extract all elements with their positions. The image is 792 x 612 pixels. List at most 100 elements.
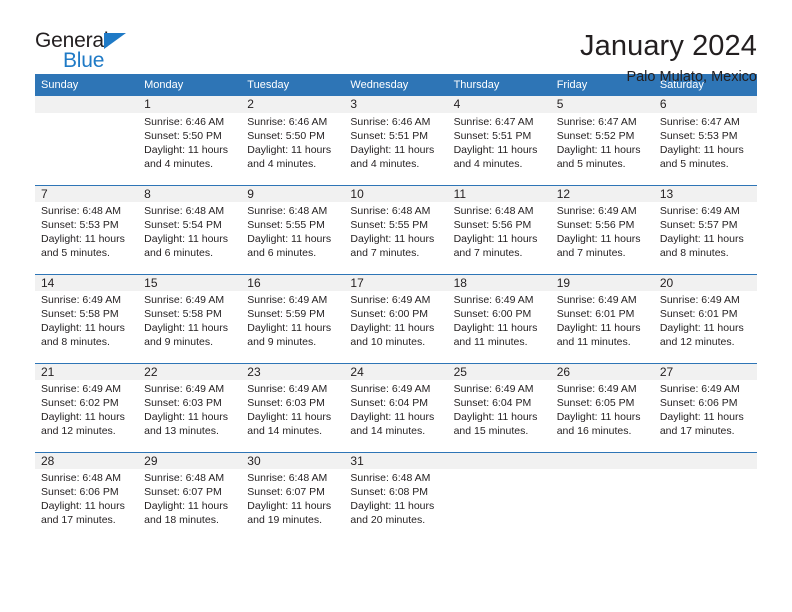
day-cell[interactable]: Sunrise: 6:48 AM Sunset: 6:06 PM Daylight:… — [35, 469, 139, 542]
day-info-line: Sunset: 5:53 PM — [659, 129, 738, 142]
day-number[interactable]: 25 — [447, 362, 551, 381]
day-cell[interactable]: Sunrise: 6:49 AM Sunset: 6:01 PM Daylight:… — [653, 291, 757, 364]
week-info-row: Sunrise: 6:49 AM Sunset: 6:02 PM Daylight:… — [35, 380, 757, 453]
day-cell[interactable]: Sunrise: 6:49 AM Sunset: 6:02 PM Daylight:… — [35, 380, 139, 453]
day-info-line: Sunset: 5:51 PM — [453, 129, 532, 142]
day-info-line: Sunrise: 6:49 AM — [350, 383, 431, 396]
day-info-line: Daylight: 11 hours — [41, 232, 125, 245]
logo-text-general: General — [35, 29, 109, 52]
day-number[interactable]: 7 — [35, 184, 139, 203]
day-info-line: and 9 minutes. — [247, 335, 317, 348]
day-number[interactable]: 23 — [241, 362, 345, 381]
day-info-line: and 13 minutes. — [144, 424, 219, 437]
day-info-line: Daylight: 11 hours — [453, 321, 538, 334]
day-number[interactable]: 20 — [653, 273, 757, 292]
day-number[interactable]: 24 — [344, 362, 448, 381]
day-number[interactable]: 14 — [35, 273, 139, 292]
day-info-line: Daylight: 11 hours — [247, 143, 332, 156]
day-info-line: Daylight: 11 hours — [350, 143, 435, 156]
day-info-line: Sunrise: 6:48 AM — [144, 205, 225, 218]
day-number[interactable]: 6 — [653, 96, 757, 113]
day-info-line: Sunrise: 6:48 AM — [41, 205, 121, 218]
weekday-header-tuesday: Tuesday — [241, 74, 345, 96]
day-cell[interactable]: Sunrise: 6:49 AM Sunset: 6:01 PM Daylight:… — [550, 291, 654, 364]
day-cell[interactable]: Sunrise: 6:46 AM Sunset: 5:50 PM Daylight:… — [138, 113, 242, 185]
day-number[interactable]: 9 — [241, 184, 345, 203]
day-number[interactable]: 17 — [344, 273, 448, 292]
day-info-line: and 6 minutes. — [247, 246, 317, 259]
day-number[interactable]: 13 — [653, 184, 757, 203]
day-cell[interactable]: Sunrise: 6:49 AM Sunset: 6:04 PM Daylight:… — [447, 380, 551, 453]
day-number[interactable]: 3 — [344, 96, 448, 113]
day-info-line: and 19 minutes. — [247, 513, 322, 526]
day-number[interactable]: 8 — [138, 184, 242, 203]
day-number[interactable]: 5 — [550, 96, 654, 113]
day-info-line: and 17 minutes. — [41, 513, 116, 526]
day-number[interactable]: 27 — [653, 362, 757, 381]
day-cell[interactable]: Sunrise: 6:49 AM Sunset: 6:03 PM Daylight:… — [241, 380, 345, 453]
day-info-line: Sunset: 6:03 PM — [247, 397, 325, 410]
day-cell[interactable]: Sunrise: 6:48 AM Sunset: 6:07 PM Daylight:… — [138, 469, 242, 542]
day-cell[interactable]: Sunrise: 6:48 AM Sunset: 6:07 PM Daylight:… — [241, 469, 345, 542]
day-cell[interactable]: Sunrise: 6:49 AM Sunset: 6:04 PM Daylight:… — [344, 380, 448, 453]
day-cell[interactable]: Sunrise: 6:49 AM Sunset: 5:58 PM Daylight:… — [138, 291, 242, 364]
day-cell[interactable]: Sunrise: 6:49 AM Sunset: 5:56 PM Daylight:… — [550, 202, 654, 275]
day-number[interactable]: 21 — [35, 362, 139, 381]
day-cell[interactable]: Sunrise: 6:47 AM Sunset: 5:51 PM Daylight:… — [447, 113, 551, 185]
day-number[interactable]: 16 — [241, 273, 345, 292]
day-cell[interactable]: Sunrise: 6:46 AM Sunset: 5:50 PM Daylight:… — [241, 113, 345, 185]
day-number[interactable]: 31 — [344, 451, 448, 470]
day-info-line: Sunrise: 6:49 AM — [144, 383, 225, 396]
day-number[interactable]: 19 — [550, 273, 654, 292]
day-cell[interactable]: Sunrise: 6:48 AM Sunset: 6:08 PM Daylight:… — [344, 469, 448, 542]
day-number[interactable]: 29 — [138, 451, 242, 470]
day-cell[interactable]: Sunrise: 6:49 AM Sunset: 6:06 PM Daylight:… — [653, 380, 757, 453]
day-info-line: Sunset: 6:00 PM — [453, 308, 532, 321]
weekday-header-wednesday: Wednesday — [344, 74, 448, 96]
day-info-line: Daylight: 11 hours — [453, 143, 538, 156]
day-cell[interactable]: Sunrise: 6:46 AM Sunset: 5:51 PM Daylight:… — [344, 113, 448, 185]
day-info-line: and 16 minutes. — [556, 424, 632, 437]
day-cell[interactable]: Sunrise: 6:48 AM Sunset: 5:55 PM Daylight:… — [344, 202, 448, 275]
day-info-line: and 7 minutes. — [350, 246, 420, 259]
day-info-line: Daylight: 11 hours — [556, 411, 641, 423]
day-cell[interactable]: Sunrise: 6:49 AM Sunset: 6:05 PM Daylight:… — [550, 380, 654, 453]
day-info-line: and 20 minutes. — [350, 513, 426, 526]
day-cell[interactable]: Sunrise: 6:49 AM Sunset: 5:58 PM Daylight:… — [35, 291, 139, 364]
day-cell[interactable]: Sunrise: 6:48 AM Sunset: 5:53 PM Daylight:… — [35, 202, 139, 275]
day-info-line: and 4 minutes. — [453, 157, 523, 170]
day-number[interactable]: 10 — [344, 184, 448, 203]
day-info-line: Daylight: 11 hours — [247, 411, 332, 423]
generalblue-logo[interactable]: General Blue — [35, 30, 155, 76]
day-number[interactable]: 18 — [447, 273, 551, 292]
day-info-line: Daylight: 11 hours — [453, 411, 538, 423]
day-cell[interactable]: Sunrise: 6:48 AM Sunset: 5:54 PM Daylight:… — [138, 202, 242, 275]
day-cell[interactable]: Sunrise: 6:48 AM Sunset: 5:55 PM Daylight:… — [241, 202, 345, 275]
day-number[interactable]: 30 — [241, 451, 345, 470]
day-number[interactable]: 26 — [550, 362, 654, 381]
day-cell[interactable]: Sunrise: 6:49 AM Sunset: 6:00 PM Daylight:… — [447, 291, 551, 364]
day-number[interactable]: 28 — [35, 451, 139, 470]
day-number[interactable]: 22 — [138, 362, 242, 381]
brand-triangle-icon — [104, 33, 126, 49]
day-number[interactable]: 1 — [138, 96, 242, 113]
day-info-line: Daylight: 11 hours — [556, 143, 641, 156]
day-info-line: Sunrise: 6:49 AM — [453, 383, 534, 396]
day-cell[interactable]: Sunrise: 6:49 AM Sunset: 6:03 PM Daylight:… — [138, 380, 242, 453]
day-info-line: Sunrise: 6:46 AM — [350, 116, 431, 128]
day-cell[interactable]: Sunrise: 6:49 AM Sunset: 6:00 PM Daylight:… — [344, 291, 448, 364]
day-cell[interactable]: Sunrise: 6:49 AM Sunset: 5:57 PM Daylight:… — [653, 202, 757, 275]
day-cell[interactable]: Sunrise: 6:47 AM Sunset: 5:52 PM Daylight:… — [550, 113, 654, 185]
week-date-row: 21 22 23 24 25 26 27 — [35, 362, 757, 381]
day-cell[interactable]: Sunrise: 6:47 AM Sunset: 5:53 PM Daylight:… — [653, 113, 757, 185]
day-info-line: and 5 minutes. — [556, 157, 626, 170]
day-number[interactable]: 11 — [447, 184, 551, 203]
day-cell[interactable]: Sunrise: 6:48 AM Sunset: 5:56 PM Daylight:… — [447, 202, 551, 275]
day-number[interactable]: 12 — [550, 184, 654, 203]
day-number[interactable]: 4 — [447, 96, 551, 113]
day-info-line: Sunset: 6:07 PM — [247, 486, 325, 499]
day-number[interactable]: 15 — [138, 273, 242, 292]
day-number[interactable]: 2 — [241, 96, 345, 113]
day-info-line: and 18 minutes. — [144, 513, 219, 526]
day-cell[interactable]: Sunrise: 6:49 AM Sunset: 5:59 PM Daylight:… — [241, 291, 345, 364]
